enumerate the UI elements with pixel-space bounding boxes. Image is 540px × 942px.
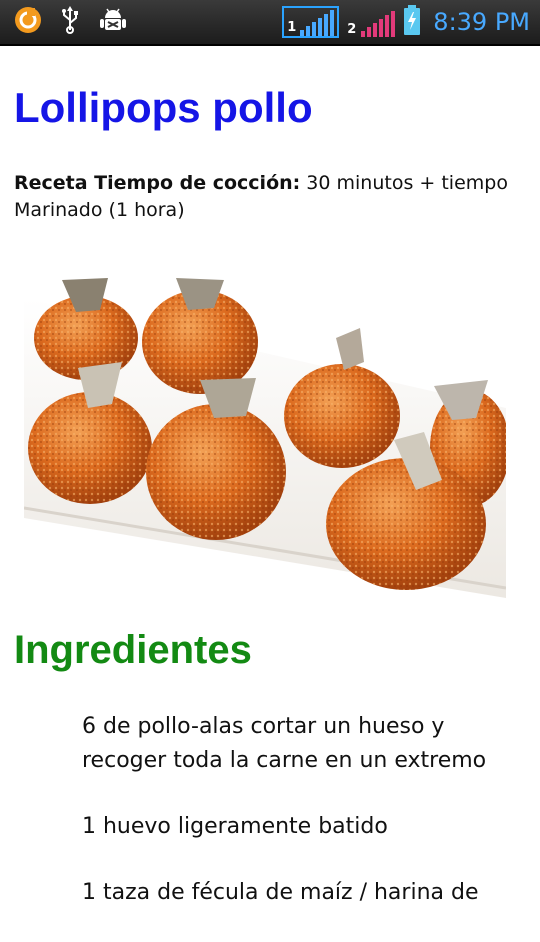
notification-circle-icon xyxy=(14,6,42,38)
list-item: 6 de pollo-alas cortar un hueso y recoge… xyxy=(82,714,487,773)
battery-charging-icon xyxy=(403,5,421,39)
fried-chicken-lollipops-photo xyxy=(23,258,510,598)
list-item: 1 taza de fécula de maíz / harina de xyxy=(82,880,479,905)
sim1-signal-icon: 1 xyxy=(282,6,340,38)
cooking-time-label: Receta Tiempo de cocción: xyxy=(14,172,301,194)
android-debug-icon xyxy=(98,5,128,39)
usb-icon xyxy=(60,6,80,38)
ingredients-heading: Ingredientes xyxy=(14,628,252,672)
recipe-title: Lollipops pollo xyxy=(14,84,313,131)
cooking-time: Receta Tiempo de cocción: 30 minutos + t… xyxy=(14,170,534,224)
status-bar: 1 2 8:39 PM xyxy=(0,0,540,46)
ingredients-list: 6 de pollo-alas cortar un hueso y recoge… xyxy=(82,710,532,942)
sim2-label: 2 xyxy=(347,22,357,37)
sim2-signal-icon: 2 xyxy=(347,7,396,37)
sim1-label: 1 xyxy=(287,20,297,35)
clock: 8:39 PM xyxy=(433,8,530,36)
list-item: 1 huevo ligeramente batido xyxy=(82,814,388,839)
